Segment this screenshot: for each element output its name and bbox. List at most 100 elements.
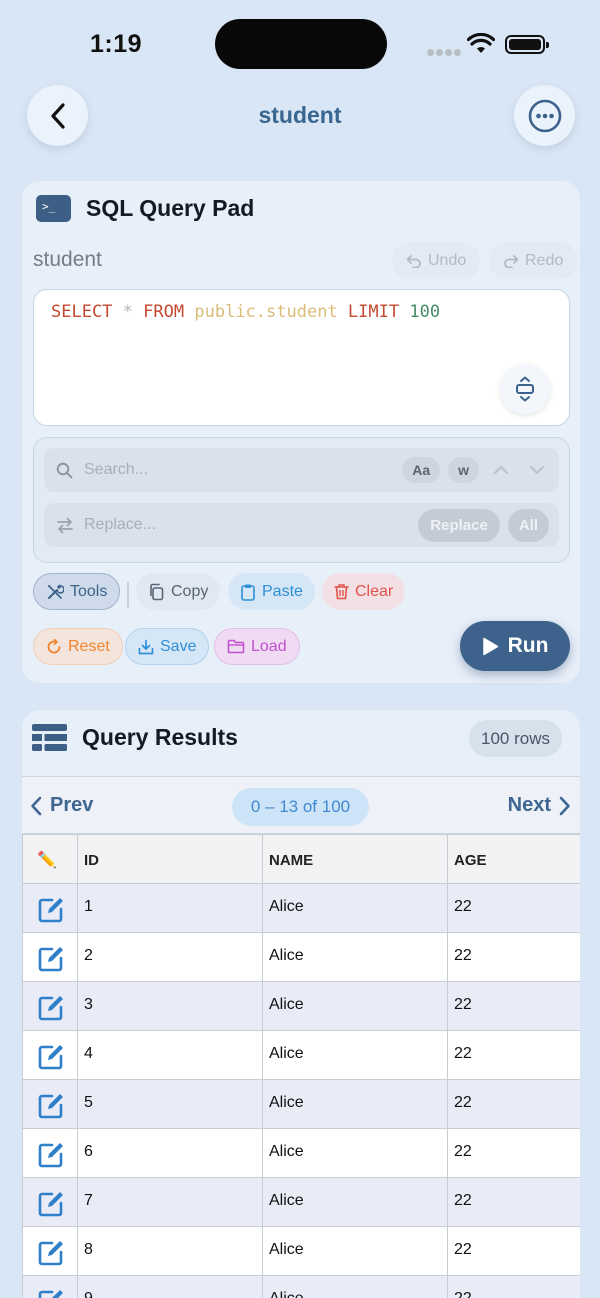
table-row: 7 Alice 22 — [22, 1177, 580, 1227]
action-divider — [127, 582, 129, 608]
chevron-left-icon — [31, 796, 42, 815]
edit-row-button[interactable] — [22, 1079, 78, 1129]
reset-icon — [47, 638, 61, 653]
edit-square-icon — [37, 947, 65, 977]
tools-button[interactable]: Tools — [33, 573, 121, 610]
cell-id: 9 — [77, 1275, 263, 1298]
edit-row-button[interactable] — [22, 1177, 78, 1227]
pagination-bar: Prev 0 – 13 of 100 Next — [22, 776, 580, 834]
results-table: ✏️ ID NAME AGE 1 Alice 22 2 Alice 22 3 Alice 22 4… — [22, 834, 580, 1298]
cell-id: 2 — [77, 932, 263, 982]
edit-square-icon — [37, 1143, 65, 1173]
clear-button[interactable]: Clear — [322, 573, 406, 610]
expand-editor-button[interactable] — [500, 364, 550, 414]
tools-label: Tools — [70, 582, 108, 600]
edit-row-button[interactable] — [22, 1128, 78, 1178]
column-header-id: ID — [77, 834, 263, 884]
table-grid-icon — [32, 724, 67, 751]
copy-label: Copy — [171, 582, 209, 600]
save-button[interactable]: Save — [125, 628, 210, 665]
cell-name: Alice — [262, 981, 448, 1031]
cell-age: 22 — [447, 981, 580, 1031]
copy-icon — [150, 583, 164, 600]
resize-vertical-icon — [516, 376, 534, 402]
prev-page-button[interactable]: Prev — [30, 794, 93, 817]
cell-age: 22 — [447, 1226, 580, 1276]
paste-button[interactable]: Paste — [228, 573, 315, 610]
replace-button[interactable]: Replace — [418, 508, 500, 542]
cell-name: Alice — [262, 932, 448, 982]
cellular-signal-icon — [427, 43, 463, 61]
edit-square-icon — [37, 1045, 65, 1075]
play-icon — [482, 637, 498, 655]
search-row: Aa w — [44, 448, 559, 492]
battery-icon — [505, 35, 549, 54]
edit-row-button[interactable] — [22, 1275, 78, 1298]
save-label: Save — [160, 637, 197, 655]
load-button[interactable]: Load — [214, 628, 300, 665]
match-case-toggle[interactable]: Aa — [402, 457, 441, 483]
dynamic-island — [215, 19, 387, 69]
cell-id: 8 — [77, 1226, 263, 1276]
column-header-age: AGE — [447, 834, 580, 884]
table-row: 1 Alice 22 — [22, 883, 580, 933]
cell-age: 22 — [447, 1128, 580, 1178]
sql-query-pad-card: >_ SQL Query Pad student Undo Redo SELEC… — [22, 181, 580, 683]
cell-id: 5 — [77, 1079, 263, 1129]
table-row: 4 Alice 22 — [22, 1030, 580, 1080]
previous-match-button[interactable] — [487, 465, 515, 475]
chevron-down-icon — [530, 466, 544, 474]
cell-id: 7 — [77, 1177, 263, 1227]
cell-id: 6 — [77, 1128, 263, 1178]
cell-age: 22 — [447, 1275, 580, 1298]
find-replace-panel: Aa w Replace All — [33, 437, 570, 563]
replace-all-button[interactable]: All — [507, 508, 549, 542]
cell-name: Alice — [262, 1079, 448, 1129]
search-input[interactable] — [84, 461, 403, 479]
whole-word-toggle[interactable]: w — [448, 457, 479, 483]
next-label: Next — [507, 794, 551, 816]
sql-pad-title: SQL Query Pad — [86, 195, 255, 221]
undo-button[interactable]: Undo — [392, 242, 481, 279]
chevron-right-icon — [559, 796, 570, 815]
edit-square-icon — [37, 1192, 65, 1222]
next-page-button[interactable]: Next — [508, 794, 571, 817]
sql-query-text: SELECT * FROM public.student LIMIT 100 — [51, 302, 440, 322]
edit-row-button[interactable] — [22, 1226, 78, 1276]
cell-id: 1 — [77, 883, 263, 933]
paste-label: Paste — [262, 582, 303, 600]
wifi-icon — [466, 32, 496, 60]
sql-keyword-limit: LIMIT — [347, 302, 400, 322]
cell-id: 4 — [77, 1030, 263, 1080]
reset-button[interactable]: Reset — [33, 628, 123, 665]
next-match-button[interactable] — [523, 465, 551, 475]
table-row: 8 Alice 22 — [22, 1226, 580, 1276]
edit-row-button[interactable] — [22, 1030, 78, 1080]
clear-label: Clear — [355, 582, 394, 600]
table-header-row: ✏️ ID NAME AGE — [22, 834, 580, 884]
replace-input[interactable] — [84, 516, 419, 534]
results-title: Query Results — [82, 724, 238, 750]
page-title: student — [258, 102, 342, 128]
search-icon — [56, 462, 74, 479]
sql-editor[interactable]: SELECT * FROM public.student LIMIT 100 — [33, 289, 570, 426]
cell-name: Alice — [262, 1226, 448, 1276]
cell-name: Alice — [262, 1275, 448, 1298]
copy-button[interactable]: Copy — [136, 573, 221, 610]
table-row: 5 Alice 22 — [22, 1079, 580, 1129]
redo-button[interactable]: Redo — [489, 242, 578, 279]
more-options-button[interactable] — [514, 85, 575, 146]
edit-row-button[interactable] — [22, 883, 78, 933]
table-row: 3 Alice 22 — [22, 981, 580, 1031]
cell-age: 22 — [447, 1030, 580, 1080]
sql-star: * — [122, 302, 133, 322]
run-query-button[interactable]: Run — [460, 621, 570, 671]
edit-row-button[interactable] — [22, 932, 78, 982]
sql-keyword-from: FROM — [143, 302, 185, 322]
folder-icon — [227, 639, 245, 654]
cell-name: Alice — [262, 1177, 448, 1227]
status-bar: 1:19 — [0, 0, 600, 90]
edit-row-button[interactable] — [22, 981, 78, 1031]
cell-age: 22 — [447, 1079, 580, 1129]
undo-icon — [406, 254, 421, 268]
